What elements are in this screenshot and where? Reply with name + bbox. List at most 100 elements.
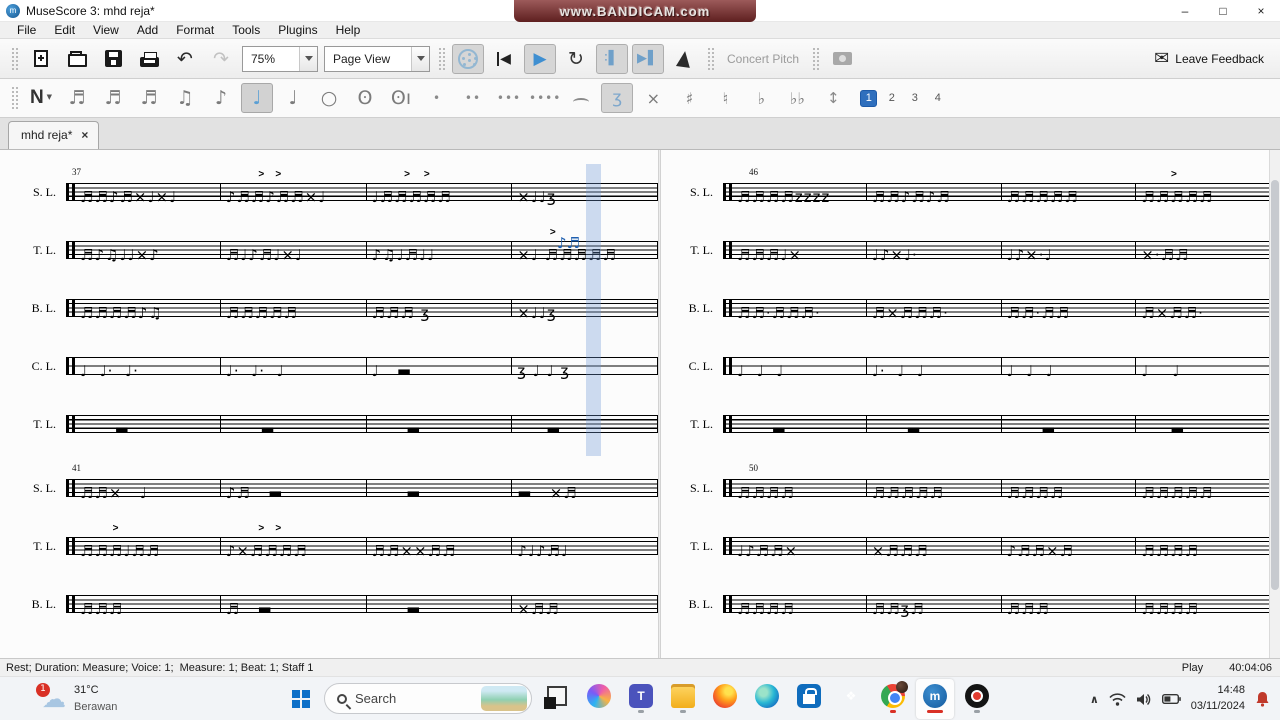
measure[interactable]: > > ♪×♬♬♬♬: [221, 523, 367, 559]
play-repeats-button[interactable]: ∶▌: [596, 43, 628, 74]
search-box[interactable]: Search: [324, 683, 532, 714]
view-mode-select[interactable]: Page View: [324, 45, 430, 72]
measure[interactable]: ♬ ▬: [221, 595, 367, 617]
measure[interactable]: ♬♬♬: [1002, 595, 1137, 617]
notes[interactable]: ♬♬♬♬: [1141, 544, 1199, 559]
toolbar-grip[interactable]: [438, 46, 445, 71]
notes[interactable]: ×♬♬♬: [872, 544, 929, 559]
clock-widget[interactable]: 14:48 03/11/2024: [1191, 683, 1245, 715]
notes[interactable]: ♩ ♩ ♩: [1007, 364, 1054, 379]
note-longa-button[interactable]: ʘı: [385, 83, 417, 113]
measure[interactable]: > > ♩♬♬♬♬♬: [367, 169, 513, 205]
notes[interactable]: ♬ ▬: [226, 602, 273, 617]
close-button[interactable]: ×: [1242, 0, 1280, 22]
notes[interactable]: ♪♫♩♬♩♩: [372, 248, 436, 263]
new-score-button[interactable]: [25, 44, 57, 74]
notes[interactable]: ♬♬♬ ʒ: [372, 306, 431, 321]
notes[interactable]: ♬♬♬♬♬: [1141, 190, 1213, 205]
scrollbar-thumb[interactable]: [1271, 180, 1279, 590]
note-quarter-button[interactable]: ♩: [241, 83, 273, 113]
measure[interactable]: ×♬♬♬: [867, 537, 1002, 559]
rest-button[interactable]: ʒ: [601, 83, 634, 113]
notes[interactable]: ♬♬♪♬×♩×♩: [80, 190, 177, 205]
vertical-scrollbar[interactable]: [1269, 150, 1280, 658]
measure[interactable]: ♬♬♬♬♬: [1136, 479, 1271, 501]
measure[interactable]: > ♬♬♬♩♬♬: [75, 523, 221, 559]
zoom-dropdown-arrow[interactable]: [299, 46, 317, 71]
notes[interactable]: ♬♬♪♬♪♬: [872, 190, 951, 205]
note-half-button[interactable]: ♩: [277, 83, 309, 113]
notes[interactable]: ♬♪♫♩♩×♪: [80, 248, 160, 263]
notes[interactable]: ×♩♩ʒ: [517, 190, 556, 205]
measure[interactable]: ♬♪♫♩♩×♪: [75, 241, 221, 263]
note-128th-button[interactable]: ♬: [61, 83, 93, 113]
notes[interactable]: ♬♬♬: [1007, 602, 1050, 617]
notes[interactable]: ♩· ♩ ♩: [872, 364, 925, 379]
image-capture-button[interactable]: [826, 44, 858, 74]
measure[interactable]: ♩ ♩ ♩: [732, 357, 867, 379]
taskview-app-button[interactable]: [538, 679, 576, 719]
musescore-app-button[interactable]: m: [916, 678, 954, 719]
measure[interactable]: ♬♬♬♬zzzz: [732, 183, 867, 205]
note-whole-button[interactable]: ○: [313, 83, 345, 113]
triple-dot-button[interactable]: •••: [493, 83, 525, 113]
measure[interactable]: ▬ ×♬: [512, 479, 658, 501]
measure[interactable]: ♬♬♪♬×♩×♩: [75, 183, 221, 205]
measure[interactable]: ×·♬♬: [1136, 241, 1271, 263]
measure[interactable]: ♬♬♬♬: [732, 479, 867, 501]
notes[interactable]: ▬: [372, 486, 422, 501]
notes[interactable]: ♪♬ ▬: [226, 486, 284, 501]
measure[interactable]: ▬: [1002, 415, 1137, 437]
notes[interactable]: ♬♬♬♬♬: [1007, 190, 1079, 205]
redo-button[interactable]: ↷: [205, 44, 237, 74]
quadruple-dot-button[interactable]: ••••: [529, 83, 561, 113]
open-file-button[interactable]: [61, 44, 93, 74]
dot-button[interactable]: •: [421, 83, 453, 113]
double-flat-button[interactable]: ♭♭: [781, 83, 813, 113]
notes[interactable]: ♪×♬♬♬♬: [226, 544, 308, 559]
undo-button[interactable]: ↶: [169, 44, 201, 74]
maximize-button[interactable]: □: [1204, 0, 1242, 22]
menu-item[interactable]: Plugins: [269, 23, 326, 37]
note-eighth-button[interactable]: ♪: [205, 83, 237, 113]
tie-button[interactable]: [565, 83, 597, 113]
menu-item[interactable]: Format: [167, 23, 223, 37]
notes[interactable]: ♩♬♬♬♬♬: [372, 190, 452, 205]
measure[interactable]: ♬×♬♬·: [1136, 299, 1271, 321]
menu-item[interactable]: View: [84, 23, 128, 37]
voice-button[interactable]: 4: [929, 90, 946, 107]
notes[interactable]: ▬: [517, 422, 561, 437]
notes[interactable]: ♬♬♬: [80, 602, 123, 617]
notes[interactable]: ♪♬♬×♬: [1007, 544, 1074, 559]
tab-close-icon[interactable]: ×: [81, 128, 88, 142]
notification-bell-icon[interactable]: [1255, 691, 1270, 707]
measure[interactable]: ♬♬♬♬♬: [1002, 183, 1137, 205]
save-button[interactable]: [97, 44, 129, 74]
note-16th-button[interactable]: ♫: [169, 83, 201, 113]
notes[interactable]: ♬♬♬♬: [737, 602, 795, 617]
midi-input-button[interactable]: [452, 43, 484, 74]
measure[interactable]: ▬: [367, 415, 513, 437]
note-input-mode-button[interactable]: N ▼: [25, 83, 57, 113]
notes[interactable]: ♬♬♬♩×: [737, 248, 802, 263]
toolbar-grip[interactable]: [707, 46, 714, 71]
tray-chevron-up-icon[interactable]: ∧: [1090, 693, 1099, 706]
play-button[interactable]: ▶: [524, 43, 556, 74]
menu-item[interactable]: Add: [128, 23, 167, 37]
notes[interactable]: ♬♬♬♬: [1007, 486, 1065, 501]
notes[interactable]: ▬: [372, 602, 422, 617]
measure[interactable]: ♬♩♪♬♩×♩: [221, 241, 367, 263]
chrome-app-button[interactable]: [874, 679, 912, 719]
measure[interactable]: ▬: [367, 595, 513, 617]
double-dot-button[interactable]: ••: [457, 83, 489, 113]
minimize-button[interactable]: –: [1166, 0, 1204, 22]
measure[interactable]: ♩· ♩ ♩: [867, 357, 1002, 379]
bandicam-app-button[interactable]: [958, 679, 996, 719]
measure[interactable]: ♬♬·♬♬♬·: [732, 299, 867, 321]
notes[interactable]: ♬♬·♬♬: [1007, 306, 1071, 321]
notes[interactable]: ♩♪♬♬×: [737, 544, 798, 559]
leave-feedback-button[interactable]: ✉ Leave Feedback: [1154, 48, 1264, 69]
flip-direction-button[interactable]: ↕: [817, 83, 849, 113]
menu-item[interactable]: Edit: [45, 23, 84, 37]
print-button[interactable]: [133, 44, 165, 74]
